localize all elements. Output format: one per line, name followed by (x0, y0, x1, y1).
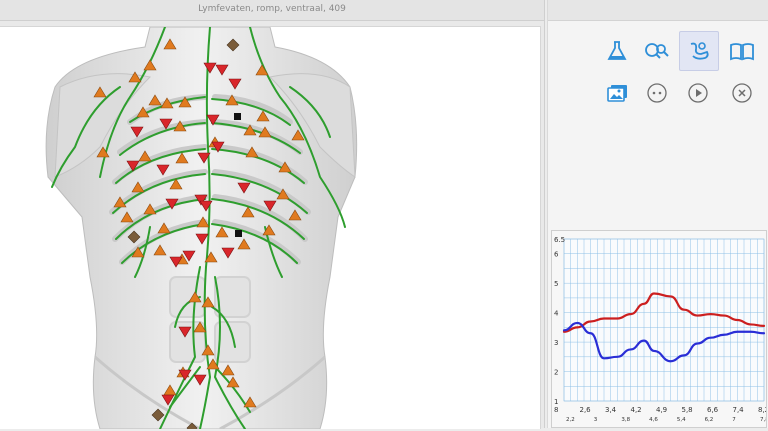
y-axis-ticks: 1 2 3 4 5 6 6.5 (554, 236, 565, 406)
anatomy-canvas[interactable] (0, 26, 541, 429)
line-chart-panel: 1 2 3 4 5 6 6.5 8 2,6 3,4 4,2 4,9 5,8 6,6 7,4 8,2 2,2 3 3… (551, 230, 768, 428)
side-panel: 1 2 3 4 5 6 6.5 8 2,6 3,4 4,2 4,9 5,8 6,6 7,4 8,2 2,2 3 3… (547, 0, 768, 428)
x-tick-label: 6,6 (707, 406, 719, 414)
x-tick-label: 8 (554, 406, 558, 414)
lymph-node-icon (690, 42, 709, 60)
x-axis-ticks: 8 2,6 3,4 4,2 4,9 5,8 6,6 7,4 8,2 2,2 3 3,8 4,6 5,4 6,… (554, 406, 768, 423)
x-tick-label: 8,2 (758, 406, 766, 414)
close-icon (732, 83, 752, 103)
play-icon (688, 83, 708, 103)
x-tick-minor-label: 6,2 (705, 417, 714, 423)
x-tick-label: 5,8 (682, 406, 693, 414)
atlas-button[interactable] (723, 32, 761, 70)
side-panel-header (548, 0, 768, 21)
y-tick-label: 1 (554, 398, 558, 406)
magnify-compare-icon (645, 43, 669, 59)
gallery-icon (607, 85, 627, 102)
book-icon (730, 43, 754, 61)
x-tick-minor-label: 3 (594, 417, 598, 423)
flask-button[interactable] (598, 32, 636, 70)
x-tick-minor-label: 7 (732, 417, 736, 423)
y-tick-label: 6 (554, 251, 559, 259)
x-tick-minor-label: 5,4 (677, 417, 686, 423)
y-tick-label: 6.5 (554, 236, 565, 244)
viewer-panel: Lymfevaten, romp, ventraal, 409 (0, 0, 545, 429)
torso-illustration (45, 27, 358, 429)
x-tick-label: 7,4 (733, 406, 745, 414)
x-tick-label: 4,2 (631, 406, 642, 414)
y-tick-label: 5 (554, 280, 558, 288)
x-tick-minor-label: 7,8 (760, 417, 766, 423)
lymph-view-button[interactable] (679, 31, 719, 71)
x-tick-label: 3,4 (605, 406, 617, 414)
compare-button[interactable] (638, 32, 676, 70)
window-title: Lymfevaten, romp, ventraal, 409 (198, 4, 346, 14)
more-icon (647, 83, 667, 103)
y-tick-label: 2 (554, 369, 558, 377)
y-tick-label: 3 (554, 339, 558, 347)
y-tick-label: 4 (554, 310, 559, 318)
flask-icon (607, 41, 627, 60)
x-tick-label: 2,6 (580, 406, 592, 414)
more-button[interactable] (638, 74, 676, 112)
line-chart: 1 2 3 4 5 6 6.5 8 2,6 3,4 4,2 4,9 5,8 6,6 7,4 8,2 2,2 3 3… (554, 236, 768, 423)
x-tick-minor-label: 3,8 (621, 417, 630, 423)
x-tick-label: 4,9 (656, 406, 667, 414)
close-button[interactable] (723, 74, 761, 112)
gallery-button[interactable] (598, 74, 636, 112)
tool-toolbar (548, 26, 768, 116)
x-tick-minor-label: 4,6 (649, 417, 658, 423)
play-button[interactable] (679, 74, 717, 112)
x-tick-minor-label: 2,2 (566, 417, 575, 423)
title-bar: Lymfevaten, romp, ventraal, 409 (0, 0, 544, 21)
